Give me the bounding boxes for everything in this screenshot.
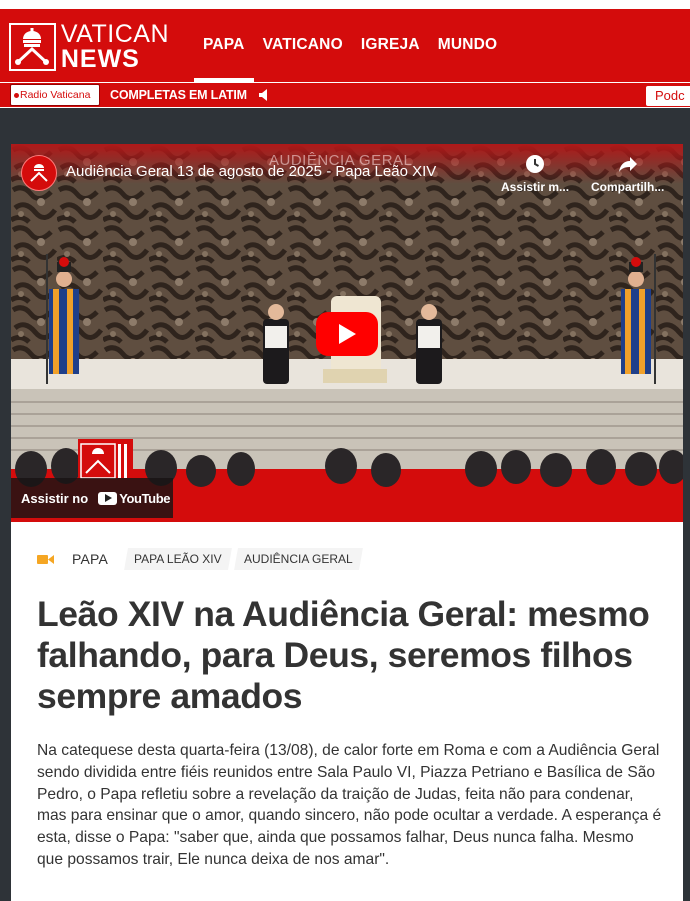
radio-program-title: COMPLETAS EM LATIM — [110, 88, 247, 102]
nav-item-mundo[interactable]: MUNDO — [429, 9, 507, 82]
radio-vaticana-button[interactable]: Radio Vaticana — [10, 84, 100, 106]
radio-badge-label: Radio Vaticana — [20, 89, 91, 101]
share-label: Compartilh... — [591, 180, 665, 194]
logo-wordmark: VATICAN NEWS — [61, 22, 169, 72]
site-header: VATICAN NEWS PAPA VATICANO IGREJA MUNDO — [0, 9, 690, 82]
play-icon — [339, 324, 356, 344]
tag-label: AUDIÊNCIA GERAL — [243, 552, 353, 566]
video-title[interactable]: Audiência Geral 13 de agosto de 2025 - P… — [66, 163, 436, 180]
channel-avatar-icon[interactable] — [21, 155, 57, 191]
radio-bar: Radio Vaticana COMPLETAS EM LATIM Podc — [0, 82, 690, 108]
youtube-wordmark: YouTube — [119, 490, 171, 506]
play-button[interactable] — [316, 312, 378, 356]
tag-audiencia-geral[interactable]: AUDIÊNCIA GERAL — [233, 548, 363, 570]
podcast-button[interactable]: Podc — [646, 86, 690, 106]
nav-item-igreja[interactable]: IGREJA — [352, 9, 429, 82]
share-button[interactable]: Compartilh... — [591, 154, 664, 194]
top-strip — [0, 0, 690, 9]
watch-later-button[interactable]: Assistir m... — [501, 154, 569, 194]
site-logo[interactable]: VATICAN NEWS — [9, 21, 169, 73]
live-dot-icon — [14, 92, 19, 98]
youtube-play-box — [98, 491, 118, 505]
share-icon — [618, 157, 637, 172]
article-headline: Leão XIV na Audiência Geral: mesmo falha… — [37, 594, 650, 716]
article: PAPA PAPA LEÃO XIV AUDIÊNCIA GERAL Leão … — [11, 522, 683, 901]
category-row: PAPA PAPA LEÃO XIV AUDIÊNCIA GERAL — [37, 548, 366, 570]
article-lead: Na catequese desta quarta-feira (13/08),… — [37, 742, 662, 868]
nav-item-vaticano[interactable]: VATICANO — [254, 9, 352, 82]
watch-on-label: Assistir no — [21, 490, 89, 506]
video-camera-icon — [37, 554, 54, 564]
tag-papa-leao-xiv[interactable]: PAPA LEÃO XIV — [124, 548, 232, 570]
nav-item-papa[interactable]: PAPA — [194, 9, 254, 82]
category-link[interactable]: PAPA — [72, 551, 108, 567]
logo-line2: NEWS — [60, 45, 140, 73]
tag-label: PAPA LEÃO XIV — [134, 552, 222, 566]
watch-later-label: Assistir m... — [501, 180, 570, 194]
clock-icon — [526, 155, 545, 173]
main-nav: PAPA VATICANO IGREJA MUNDO — [194, 9, 506, 82]
youtube-icon: YouTube — [98, 491, 170, 506]
youtube-video-player[interactable]: AUDIÊNCIA GERAL Audiência Geral 13 de ag… — [11, 144, 683, 522]
vatican-emblem-icon — [9, 23, 56, 71]
watch-on-youtube-button[interactable]: Assistir no YouTube — [11, 478, 173, 518]
speaker-icon[interactable] — [258, 88, 270, 102]
logo-line1: VATICAN — [60, 20, 169, 48]
